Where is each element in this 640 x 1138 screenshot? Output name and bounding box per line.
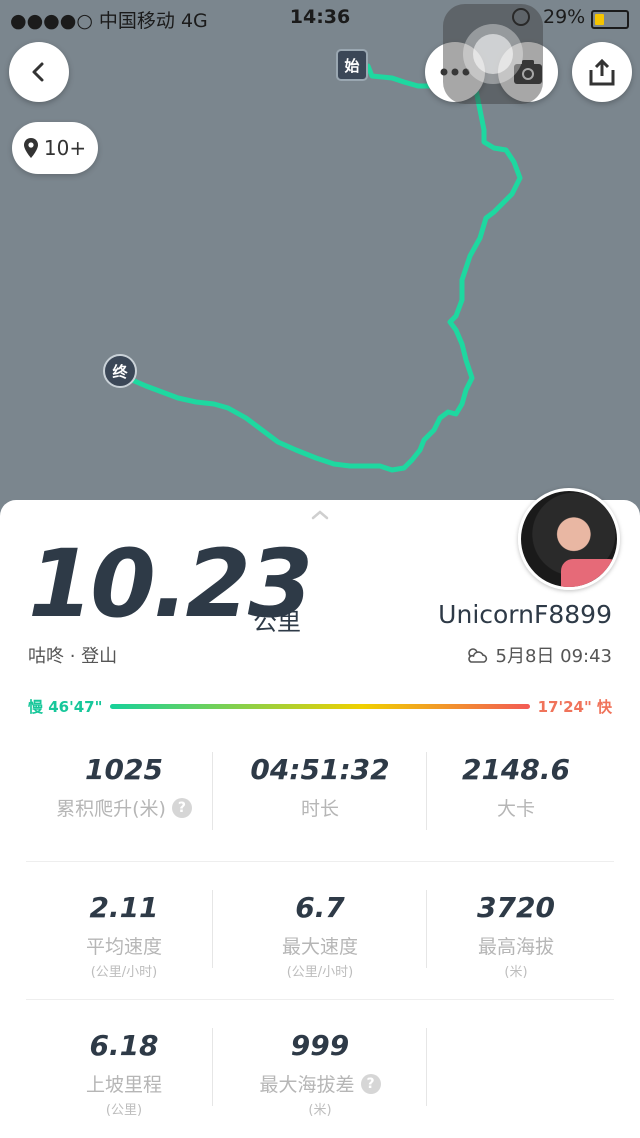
avatar[interactable] [518, 488, 620, 590]
battery-icon [591, 10, 629, 29]
pace-fast-label: 17'24" 快 [537, 698, 612, 716]
stat-label: 最大海拔差 [259, 1074, 355, 1096]
poi-count-button[interactable]: 10+ [12, 122, 98, 174]
username: UnicornF8899 [438, 600, 612, 629]
stat-label: 累积爬升(米) [56, 798, 166, 820]
help-icon[interactable]: ? [360, 1073, 381, 1094]
status-bar: ●●●●○ 中国移动 4G 14:36 29% [0, 0, 640, 36]
stat-unit: (公里/小时) [286, 965, 354, 980]
stat-unit: (公里/小时) [90, 965, 158, 980]
share-icon [589, 58, 615, 86]
stat-value: 2.11 [89, 891, 159, 924]
stat-max-speed: 6.7 最大速度 (公里/小时) [222, 862, 418, 999]
stat-value: 1025 [85, 753, 163, 786]
summary-panel: 10.23 公里 咕咚 · 登山 UnicornF8899 5月8日 09:43… [0, 488, 640, 1138]
assistive-touch-button[interactable] [443, 4, 543, 104]
help-icon[interactable]: ? [171, 797, 192, 818]
stat-label: 平均速度 [85, 936, 162, 958]
pace-scale: 慢 46'47" 17'24" 快 [28, 696, 612, 716]
stat-value: 6.18 [89, 1029, 159, 1062]
avatar-shirt [561, 559, 617, 587]
stat-unit: (米) [308, 1103, 332, 1118]
distance-unit: 公里 [253, 608, 301, 636]
stat-label: 上坡里程 [85, 1074, 162, 1096]
chevron-left-icon [32, 62, 44, 82]
stats-row: 1025 累积爬升(米) ? 04:51:32 时长 2148.6 大卡 [26, 724, 614, 861]
stat-uphill-distance: 6.18 上坡里程 (公里) [26, 1000, 222, 1137]
stat-value: 6.7 [295, 891, 345, 924]
pace-gradient-bar [110, 704, 530, 709]
stats-row: 6.18 上坡里程 (公里) 999 最大海拔差 ? (米) [26, 999, 614, 1137]
stats-row: 2.11 平均速度 (公里/小时) 6.7 最大速度 (公里/小时) 3720 … [26, 861, 614, 999]
poi-count: 10+ [43, 136, 87, 160]
activity-datetime: 5月8日 09:43 [464, 642, 613, 668]
chevron-up-icon[interactable] [310, 510, 330, 520]
stat-duration: 04:51:32 时长 [222, 724, 418, 861]
divider [212, 752, 213, 830]
end-marker: 终 [103, 354, 137, 388]
stat-value: 04:51:32 [250, 753, 390, 786]
date-label: 5月8日 09:43 [495, 646, 613, 667]
stat-label: 时长 [300, 798, 339, 820]
assistive-ring-inner [473, 34, 513, 74]
stat-label-wrap: 累积爬升(米) ? [26, 794, 222, 821]
back-button[interactable] [9, 42, 69, 102]
stat-value: 2148.6 [461, 753, 571, 786]
battery-fill [595, 14, 604, 25]
stat-altitude-diff: 999 最大海拔差 ? (米) [222, 1000, 418, 1137]
stat-label: 最高海拔 [477, 936, 554, 958]
divider [212, 1028, 213, 1106]
stat-value: 999 [290, 1029, 350, 1062]
stat-climb: 1025 累积爬升(米) ? [26, 724, 222, 861]
battery-percent: 29% [543, 6, 586, 28]
weather-icon [467, 648, 487, 663]
stat-value: 3720 [477, 891, 555, 924]
pace-slow-label: 慢 46'47" [28, 698, 103, 716]
share-button[interactable] [572, 42, 632, 102]
stat-label-wrap: 最大海拔差 ? [222, 1070, 418, 1097]
stat-avg-speed: 2.11 平均速度 (公里/小时) [26, 862, 222, 999]
stat-calories: 2148.6 大卡 [418, 724, 614, 861]
stats-grid: 1025 累积爬升(米) ? 04:51:32 时长 2148.6 大卡 2.1… [0, 724, 640, 1137]
stat-label: 大卡 [496, 798, 535, 820]
location-pin-icon [23, 138, 38, 158]
divider [426, 1028, 427, 1106]
divider [212, 890, 213, 968]
stat-unit: (公里) [105, 1103, 143, 1118]
start-marker: 始 [336, 49, 368, 81]
activity-type: 咕咚 · 登山 [28, 646, 118, 667]
stat-max-altitude: 3720 最高海拔 (米) [418, 862, 614, 999]
stat-label: 最大速度 [281, 936, 358, 958]
stat-unit: (米) [504, 965, 528, 980]
